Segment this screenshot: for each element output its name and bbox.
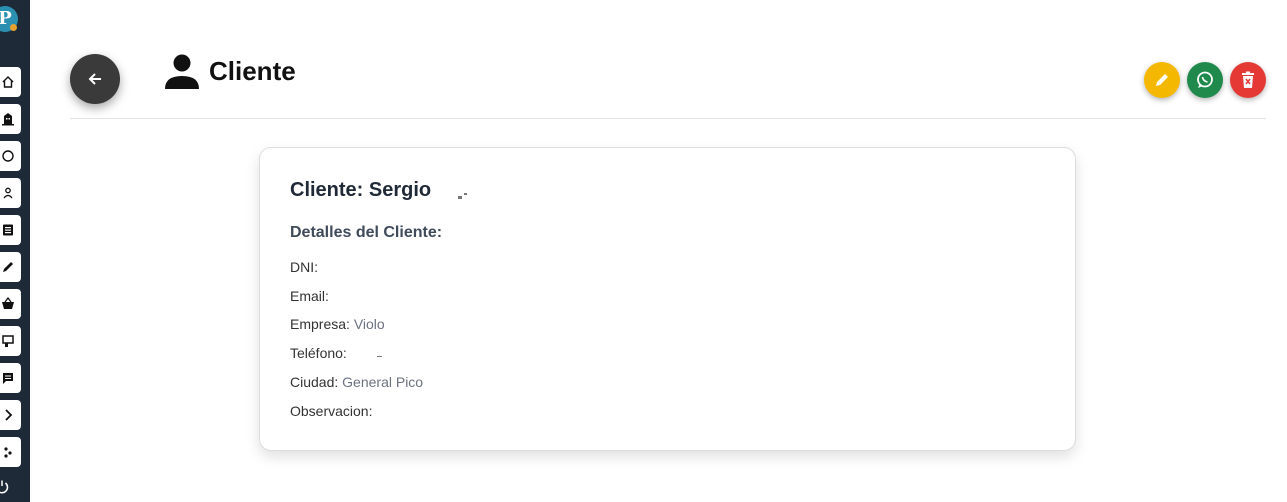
- pencil-icon: [1156, 74, 1168, 86]
- field-dni: DNI:: [290, 259, 318, 275]
- users-icon: [3, 187, 13, 199]
- sidebar-item-info[interactable]: [0, 141, 21, 171]
- field-observacion: Observacion:: [290, 403, 373, 419]
- field-telefono: Teléfono:: [290, 345, 347, 361]
- person-icon: [165, 54, 199, 89]
- sidebar-item-more[interactable]: [0, 400, 21, 430]
- basket-icon: [2, 297, 14, 309]
- info-icon: [2, 150, 14, 162]
- sidebar-item-users[interactable]: [0, 178, 21, 208]
- client-card: Cliente: Sergio Detalles del Cliente: DN…: [259, 147, 1076, 451]
- redacted-text: [458, 196, 462, 199]
- edit-icon: [3, 262, 13, 272]
- list-icon: [3, 224, 13, 236]
- sidebar-item-printer[interactable]: [0, 326, 21, 356]
- header-divider: [70, 118, 1266, 119]
- sidebar-item-edit[interactable]: [0, 252, 21, 282]
- logo-badge: [10, 24, 17, 31]
- whatsapp-button[interactable]: [1187, 62, 1223, 98]
- client-name-heading: Cliente: Sergio: [290, 179, 432, 201]
- chat-icon: [3, 373, 13, 384]
- redacted-text: [377, 356, 382, 357]
- sidebar-item-share[interactable]: [0, 437, 21, 467]
- printer-icon: [2, 335, 14, 347]
- field-empresa: Empresa: Violo: [290, 316, 385, 332]
- redacted-text: [464, 193, 467, 195]
- field-ciudad: Ciudad: General Pico: [290, 374, 424, 390]
- share-icon: [4, 447, 12, 458]
- trash-icon: [1242, 71, 1254, 88]
- field-email: Email:: [290, 288, 329, 304]
- delete-button[interactable]: [1230, 62, 1266, 98]
- page-header: Cliente: [163, 52, 296, 90]
- sidebar-item-home[interactable]: [0, 67, 21, 97]
- page-title: Cliente: [209, 55, 296, 86]
- sidebar-item-list[interactable]: [0, 215, 21, 245]
- power-icon[interactable]: [0, 479, 10, 495]
- sidebar-item-building[interactable]: [0, 104, 21, 134]
- home-icon: [2, 76, 14, 88]
- sidebar-item-chat[interactable]: [0, 363, 21, 393]
- building-icon: [2, 113, 14, 126]
- back-button[interactable]: [70, 54, 120, 104]
- client-details-heading: Detalles del Cliente:: [290, 224, 443, 241]
- chevron-right-icon: [5, 409, 13, 421]
- edit-button[interactable]: [1144, 62, 1180, 98]
- whatsapp-icon: [1197, 71, 1213, 88]
- sidebar-item-basket[interactable]: [0, 289, 21, 319]
- arrow-left-icon: [88, 73, 101, 85]
- sidebar: P: [0, 0, 30, 502]
